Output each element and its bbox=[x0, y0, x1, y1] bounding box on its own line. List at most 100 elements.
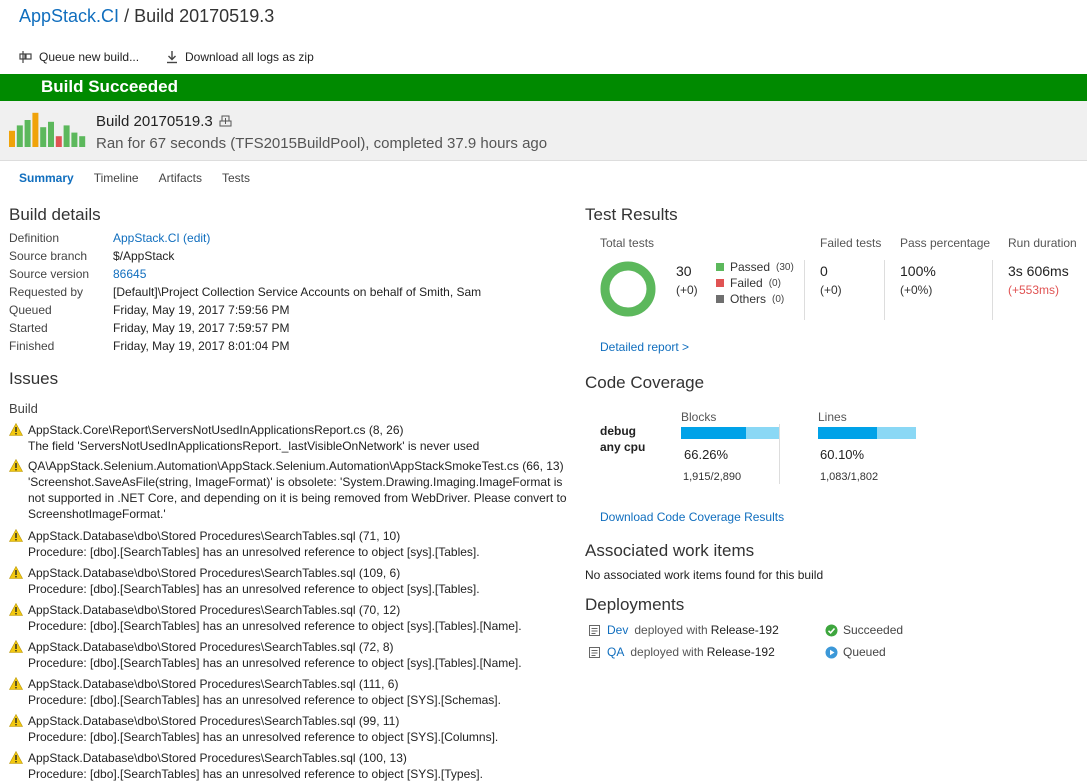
build-status-text: Build Succeeded bbox=[41, 77, 178, 96]
issue-item[interactable]: AppStack.Database\dbo\Stored Procedures\… bbox=[9, 602, 569, 634]
issues-group-label: Build bbox=[9, 401, 38, 416]
detail-key: Queued bbox=[9, 303, 52, 317]
legend-swatch bbox=[716, 295, 724, 303]
tab-bar: Summary Timeline Artifacts Tests bbox=[19, 171, 250, 189]
legend-item-others: Others (0) bbox=[716, 292, 784, 306]
tab-summary[interactable]: Summary bbox=[19, 171, 74, 189]
history-bar[interactable] bbox=[16, 125, 23, 147]
detail-value: Friday, May 19, 2017 7:59:57 PM bbox=[113, 321, 290, 335]
issue-item[interactable]: AppStack.Database\dbo\Stored Procedures\… bbox=[9, 750, 569, 782]
warning-icon bbox=[9, 423, 23, 436]
detail-value: Friday, May 19, 2017 8:01:04 PM bbox=[113, 339, 290, 353]
blocks-coverage-bar bbox=[681, 427, 779, 439]
lines-label: Lines bbox=[818, 410, 847, 424]
detail-value-link[interactable]: 86645 bbox=[113, 267, 146, 285]
history-bar[interactable] bbox=[40, 127, 47, 147]
tab-artifacts[interactable]: Artifacts bbox=[159, 171, 202, 189]
detail-row: Source branch $/AppStack bbox=[9, 249, 481, 267]
build-history-chart[interactable] bbox=[9, 109, 89, 147]
release-icon bbox=[589, 624, 600, 636]
deployment-status: Queued bbox=[825, 645, 886, 659]
detail-key: Finished bbox=[9, 339, 55, 353]
issue-item[interactable]: AppStack.Core\Report\ServersNotUsedInApp… bbox=[9, 422, 569, 454]
detail-key: Source branch bbox=[9, 249, 88, 263]
code-coverage-title: Code Coverage bbox=[585, 373, 705, 392]
warning-icon bbox=[9, 459, 23, 472]
detail-value-link[interactable]: AppStack.CI (edit) bbox=[113, 231, 210, 249]
detail-row: Queued Friday, May 19, 2017 7:59:56 PM bbox=[9, 303, 481, 321]
retain-icon[interactable] bbox=[219, 115, 232, 128]
detail-row: Finished Friday, May 19, 2017 8:01:04 PM bbox=[9, 339, 481, 357]
issue-item[interactable]: AppStack.Database\dbo\Stored Procedures\… bbox=[9, 713, 569, 745]
detailed-report-link[interactable]: Detailed report > bbox=[600, 340, 689, 354]
history-bar[interactable] bbox=[24, 120, 31, 147]
download-coverage-link[interactable]: Download Code Coverage Results bbox=[600, 510, 784, 524]
issue-message: Procedure: [dbo].[SearchTables] has an u… bbox=[28, 693, 501, 707]
release-icon bbox=[589, 646, 600, 658]
issue-location: QA\AppStack.Selenium.Automation\AppStack… bbox=[28, 459, 564, 473]
download-logs-button[interactable]: Download all logs as zip bbox=[165, 50, 314, 64]
history-bar[interactable] bbox=[9, 130, 15, 147]
legend-count: (0) bbox=[768, 277, 781, 289]
deployment-row: Dev deployed with Release-192 bbox=[588, 623, 779, 637]
total-tests-value: 30 bbox=[676, 263, 692, 279]
build-details-title: Build details bbox=[9, 205, 101, 224]
issue-location: AppStack.Database\dbo\Stored Procedures\… bbox=[28, 529, 401, 543]
detail-row: Started Friday, May 19, 2017 7:59:57 PM bbox=[9, 321, 481, 339]
pass-percentage-value: 100% bbox=[900, 263, 936, 279]
history-bar[interactable] bbox=[63, 125, 70, 147]
queue-new-build-button[interactable]: Queue new build... bbox=[19, 50, 139, 64]
warning-icon bbox=[9, 603, 23, 616]
blocks-label: Blocks bbox=[681, 410, 717, 424]
issue-item[interactable]: QA\AppStack.Selenium.Automation\AppStack… bbox=[9, 458, 569, 522]
divider bbox=[779, 424, 780, 484]
history-bar[interactable] bbox=[71, 132, 78, 147]
failed-tests-label: Failed tests bbox=[820, 236, 882, 250]
lines-coverage-fill bbox=[818, 427, 877, 439]
issue-message: Procedure: [dbo].[SearchTables] has an u… bbox=[28, 619, 522, 633]
tab-tests[interactable]: Tests bbox=[222, 171, 250, 189]
detail-key: Source version bbox=[9, 267, 90, 281]
build-name-row: Build 20170519.3 bbox=[96, 113, 232, 130]
issue-location: AppStack.Database\dbo\Stored Procedures\… bbox=[28, 566, 401, 580]
warning-icon bbox=[9, 714, 23, 727]
issue-item[interactable]: AppStack.Database\dbo\Stored Procedures\… bbox=[9, 676, 569, 708]
divider bbox=[992, 260, 993, 320]
issue-message: The field 'ServersNotUsedInApplicationsR… bbox=[28, 439, 480, 453]
issue-item[interactable]: AppStack.Database\dbo\Stored Procedures\… bbox=[9, 639, 569, 671]
deployment-env-link[interactable]: Dev bbox=[607, 623, 628, 637]
deployment-status: Succeeded bbox=[825, 623, 903, 637]
breadcrumb-separator: / bbox=[124, 6, 130, 26]
detail-row: Source version 86645 bbox=[9, 267, 481, 285]
run-duration-value: 3s 606ms bbox=[1008, 263, 1069, 279]
history-bar[interactable] bbox=[79, 136, 86, 147]
detail-key: Requested by bbox=[9, 285, 84, 299]
history-bar[interactable] bbox=[32, 112, 39, 147]
failed-tests-value: 0 bbox=[820, 263, 828, 279]
breadcrumb-build: Build 20170519.3 bbox=[134, 6, 275, 26]
issue-item[interactable]: AppStack.Database\dbo\Stored Procedures\… bbox=[9, 565, 569, 597]
issue-item[interactable]: AppStack.Database\dbo\Stored Procedures\… bbox=[9, 528, 569, 560]
build-header: Build 20170519.3 Ran for 67 seconds (TFS… bbox=[0, 101, 1087, 161]
issue-message: Procedure: [dbo].[SearchTables] has an u… bbox=[28, 582, 480, 596]
breadcrumb-project-link[interactable]: AppStack.CI bbox=[19, 6, 119, 26]
lines-coverage-bar bbox=[818, 427, 916, 439]
issue-message: Procedure: [dbo].[SearchTables] has an u… bbox=[28, 656, 522, 670]
history-bar[interactable] bbox=[48, 121, 54, 147]
blocks-count: 1,915/2,890 bbox=[683, 471, 742, 483]
pass-donut-chart[interactable] bbox=[598, 259, 658, 319]
issue-location: AppStack.Database\dbo\Stored Procedures\… bbox=[28, 603, 401, 617]
detail-value: Friday, May 19, 2017 7:59:56 PM bbox=[113, 303, 290, 317]
build-summary-text: Ran for 67 seconds (TFS2015BuildPool), c… bbox=[96, 135, 548, 152]
download-icon bbox=[167, 51, 177, 64]
queue-new-build-label: Queue new build... bbox=[39, 50, 140, 64]
lines-count: 1,083/1,802 bbox=[820, 471, 879, 483]
total-tests-delta: (+0) bbox=[676, 283, 698, 297]
history-bar[interactable] bbox=[55, 136, 62, 147]
deployment-env-link[interactable]: QA bbox=[607, 645, 624, 659]
deployment-release: Release-192 bbox=[706, 645, 775, 659]
tab-timeline[interactable]: Timeline bbox=[94, 171, 139, 189]
issue-location: AppStack.Core\Report\ServersNotUsedInApp… bbox=[28, 423, 404, 437]
work-items-title: Associated work items bbox=[585, 541, 755, 560]
build-status-banner: Build Succeeded bbox=[0, 74, 1087, 101]
